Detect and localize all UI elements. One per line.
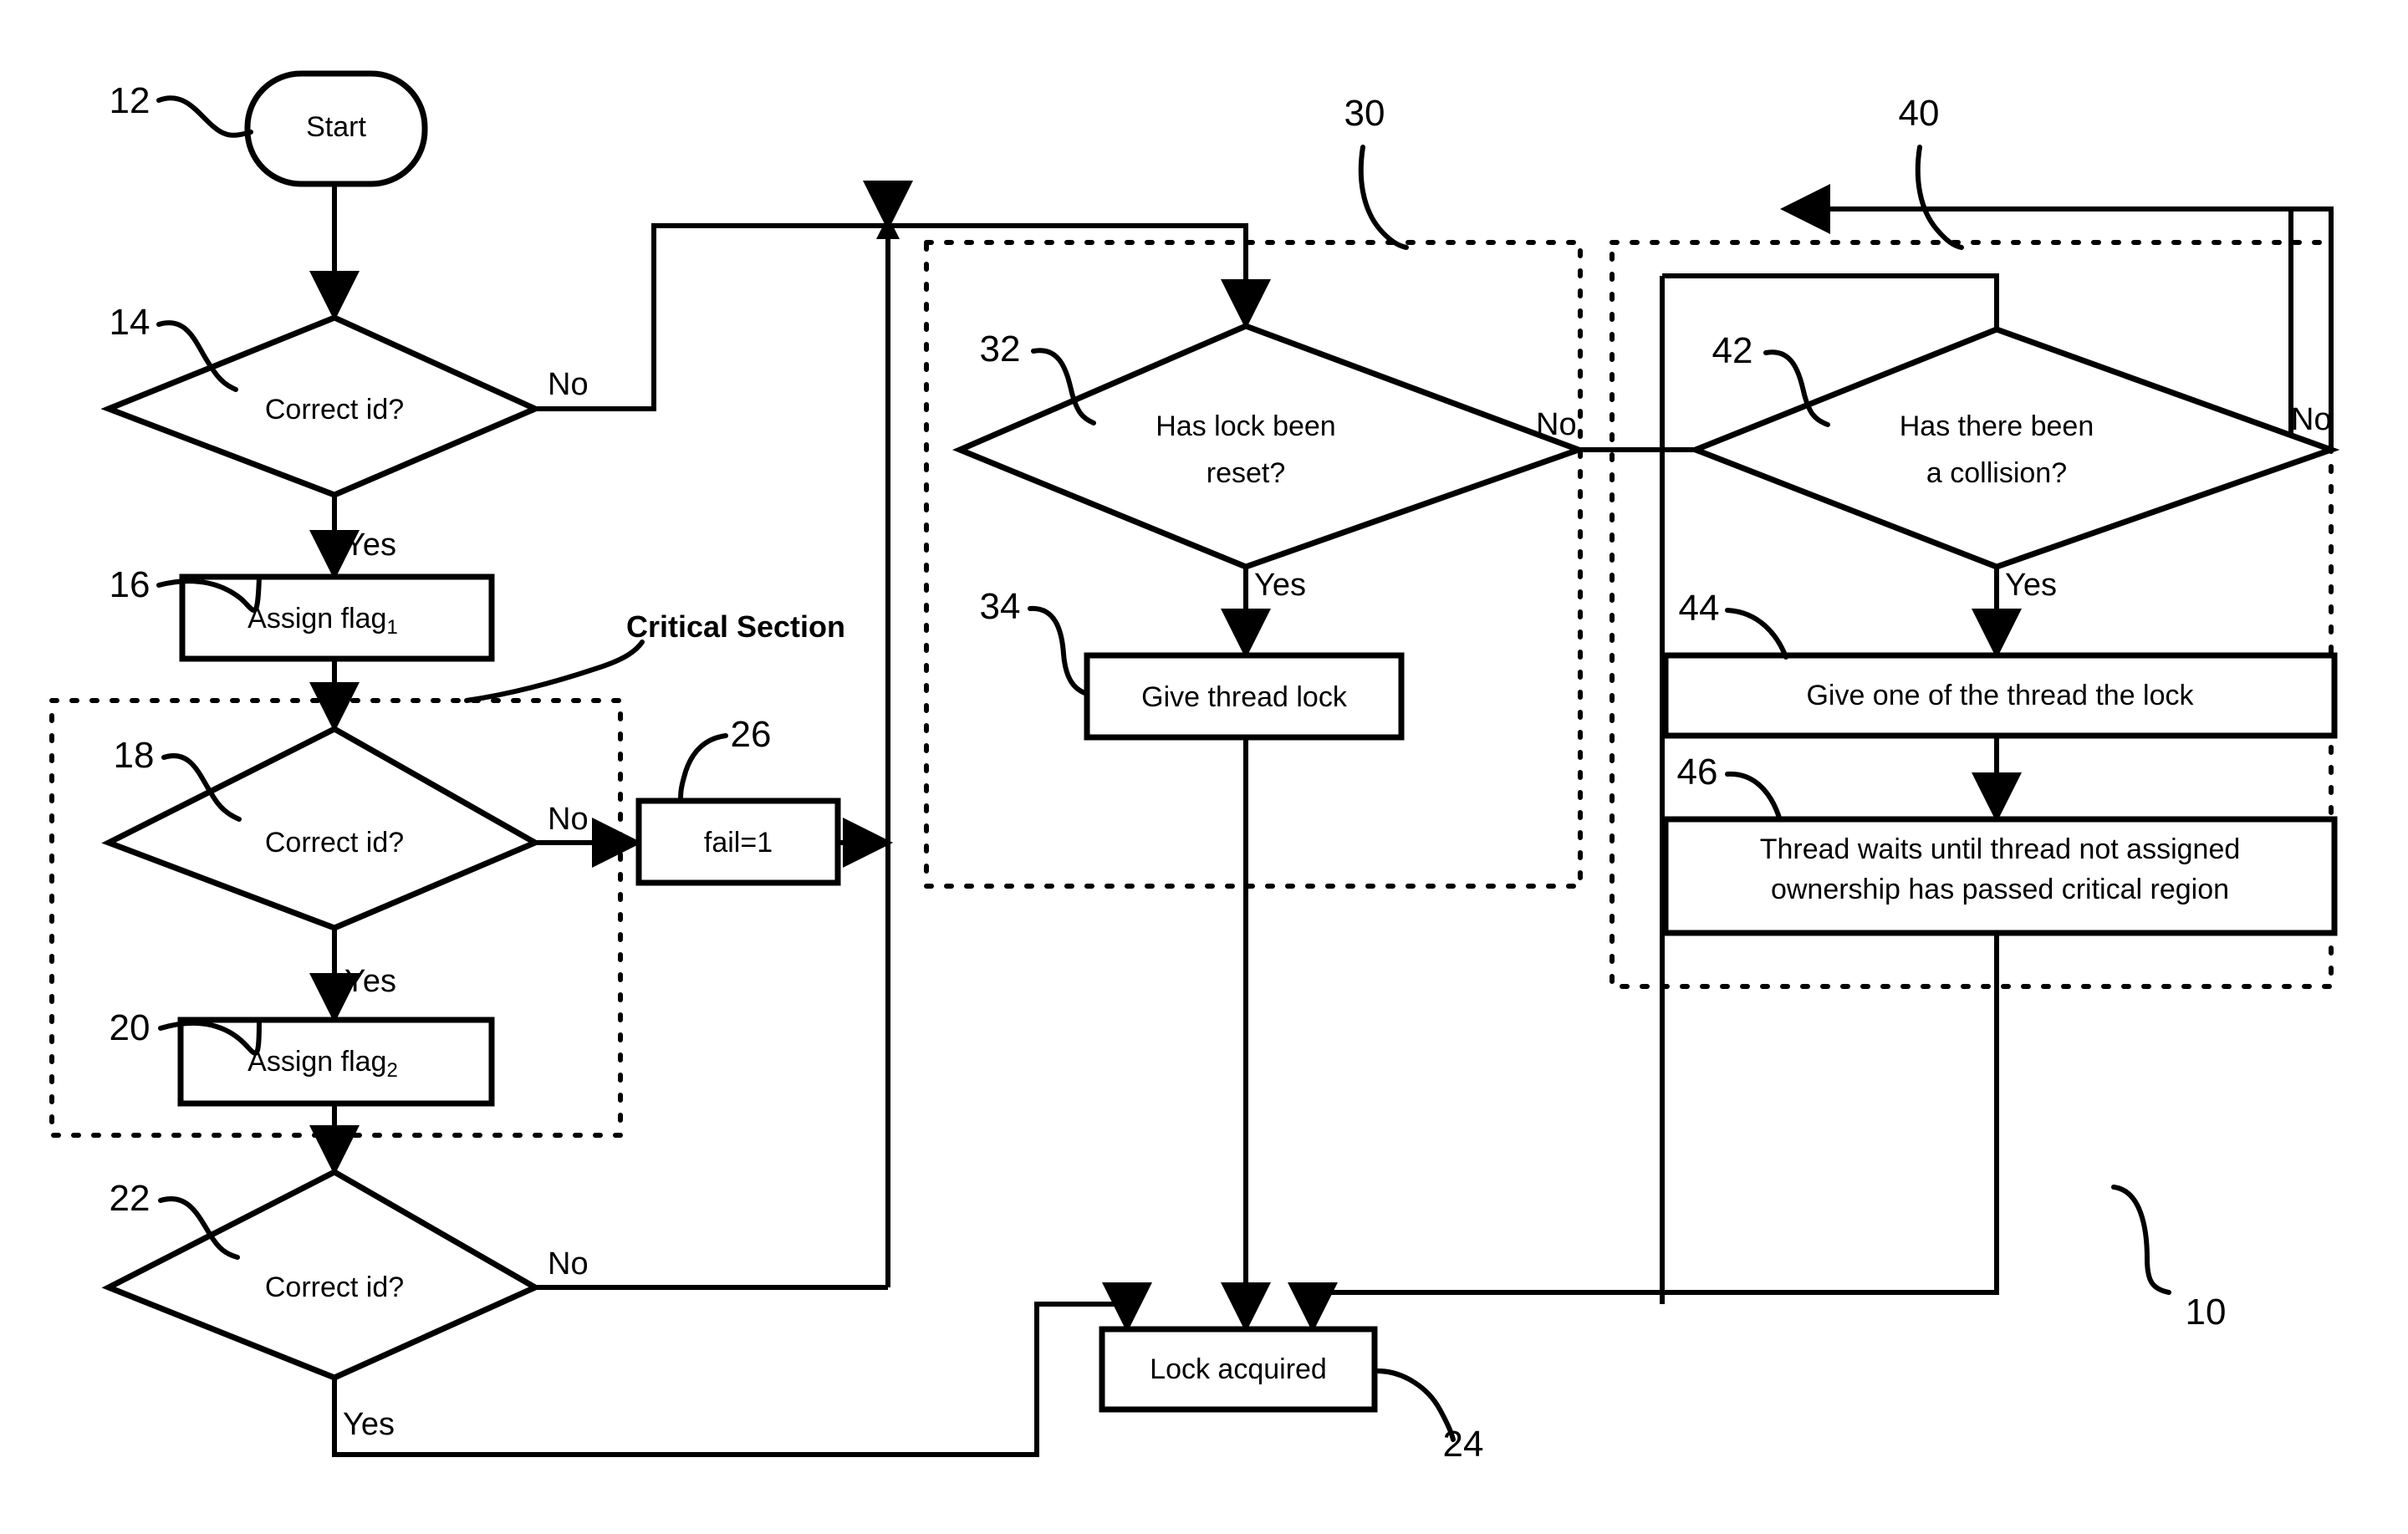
edge-label-yes-3: Yes <box>343 1407 395 1442</box>
node-lock-reset-label-line2: reset? <box>1207 457 1286 489</box>
leader-26 <box>678 733 728 803</box>
node-lock-reset[interactable] <box>951 323 1588 570</box>
edge-label-no-collision: No <box>2291 402 2332 437</box>
node-check-id-1-label: Correct id? <box>265 394 404 426</box>
leader-10 <box>2111 1185 2171 1295</box>
flowchart-figure: Start Correct id? Assign flag1 Correct i… <box>0 0 2408 1534</box>
edge-label-no-1: No <box>548 367 589 402</box>
ref-numeral-22: 22 <box>110 1178 150 1219</box>
leader-24 <box>1375 1368 1456 1442</box>
edge-label-yes-2: Yes <box>344 964 396 999</box>
node-thread-waits-label-line2: ownership has passed critical region <box>1771 874 2229 905</box>
ref-numeral-16: 16 <box>110 564 150 605</box>
leader-30 <box>1358 145 1409 250</box>
node-give-thread-lock-label: Give thread lock <box>1141 681 1348 713</box>
ref-numeral-18: 18 <box>114 735 155 776</box>
leader-34 <box>1028 605 1089 696</box>
node-start-label: Start <box>306 111 366 143</box>
node-check-id-2-label: Correct id? <box>265 827 404 859</box>
node-collision[interactable] <box>1687 326 2340 570</box>
leader-44 <box>1725 608 1788 660</box>
ref-numeral-26: 26 <box>731 714 772 755</box>
node-assign-flag-1-label: Assign flag1 <box>247 603 398 639</box>
leader-40 <box>1915 145 1964 250</box>
node-fail-one-label: fail=1 <box>704 827 773 859</box>
node-assign-flag-2-label: Assign flag2 <box>247 1046 398 1082</box>
ref-numeral-14: 14 <box>110 302 150 343</box>
label-critical-section: Critical Section <box>626 609 845 644</box>
ref-numeral-40: 40 <box>1899 93 1940 134</box>
node-check-id-3-label: Correct id? <box>265 1272 404 1303</box>
ref-numeral-12: 12 <box>110 80 150 121</box>
ref-numeral-10: 10 <box>2186 1292 2227 1333</box>
flowchart-canvas: Start Correct id? Assign flag1 Correct i… <box>49 70 2340 1465</box>
edge-threadwaits-to-lock-acquired <box>1288 933 1999 1333</box>
ref-numeral-46: 46 <box>1677 752 1718 792</box>
edge-label-yes-reset: Yes <box>1254 568 1306 603</box>
ref-numeral-30: 30 <box>1344 93 1385 134</box>
node-collision-label-line1: Has there been <box>1900 410 2094 442</box>
ref-numeral-20: 20 <box>110 1007 150 1048</box>
node-lock-reset-label-line1: Has lock been <box>1156 410 1335 442</box>
ref-numeral-34: 34 <box>980 586 1021 627</box>
ref-numeral-42: 42 <box>1712 330 1753 371</box>
edge-label-no-2: No <box>548 802 589 837</box>
node-thread-waits-label-line1: Thread waits until thread not assigned <box>1760 833 2241 865</box>
node-lock-acquired-label: Lock acquired <box>1150 1353 1327 1385</box>
node-collision-label-line2: a collision? <box>1926 457 2067 489</box>
edge-label-no-reset: No <box>1536 407 1577 442</box>
ref-numeral-44: 44 <box>1679 588 1720 629</box>
ref-numeral-32: 32 <box>980 329 1021 369</box>
edge-label-no-3: No <box>548 1246 589 1282</box>
leader-46 <box>1725 771 1782 820</box>
leader-12 <box>156 95 253 138</box>
edge-label-yes-collision: Yes <box>2005 568 2057 603</box>
edge-label-yes-1: Yes <box>344 527 396 563</box>
node-give-one-lock-label: Give one of the thread the lock <box>1806 680 2194 711</box>
